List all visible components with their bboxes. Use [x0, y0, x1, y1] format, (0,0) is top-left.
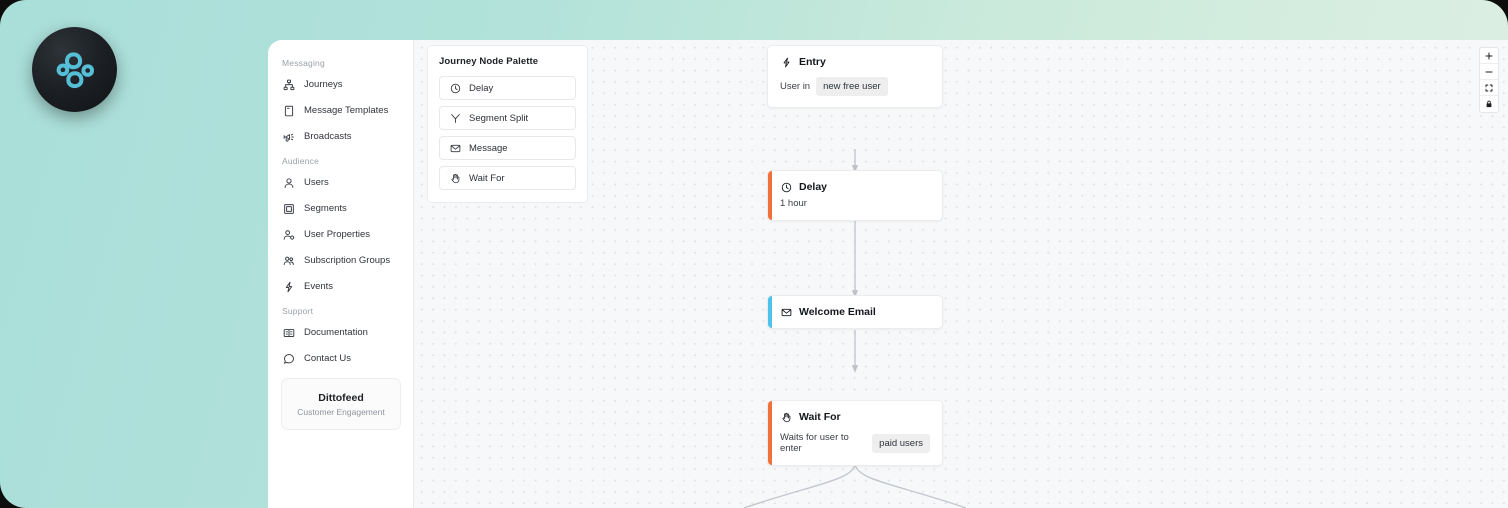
users-group-icon: [282, 255, 295, 268]
clock-icon: [780, 181, 792, 193]
sidebar-item-journeys[interactable]: Journeys: [268, 72, 413, 98]
lock-button[interactable]: [1480, 96, 1498, 112]
journey-node-title: Entry: [799, 56, 826, 68]
sidebar-item-label: Journeys: [304, 79, 343, 91]
minus-icon: [1485, 71, 1493, 72]
sidebar-item-label: User Properties: [304, 229, 370, 241]
dittofeed-petals-logo: [56, 51, 94, 88]
journey-node-title: Welcome Email: [799, 306, 876, 318]
hand-raised-icon: [780, 411, 792, 423]
brand-name: Dittofeed: [318, 391, 364, 404]
palette-item-segment-split[interactable]: Segment Split: [439, 106, 576, 130]
wait-for-condition-prefix: Waits for user to enter: [780, 432, 849, 454]
hand-raised-icon: [449, 172, 461, 184]
nav-group-label-messaging: Messaging: [282, 58, 325, 68]
megaphone-icon: [282, 131, 295, 144]
journey-node-welcome-email[interactable]: Welcome Email: [767, 295, 943, 329]
palette-item-message[interactable]: Message: [439, 136, 576, 160]
sidebar-item-segments[interactable]: Segments: [268, 196, 413, 222]
journey-node-title: Wait For: [799, 411, 841, 423]
envelope-icon: [780, 306, 792, 318]
sidebar-item-user-properties[interactable]: User Properties: [268, 222, 413, 248]
brand-card: Dittofeed Customer Engagement: [281, 378, 401, 430]
brand-tagline: Customer Engagement: [297, 406, 385, 417]
document-icon: [282, 105, 295, 118]
app-logo-badge: [32, 27, 117, 112]
journey-node-entry[interactable]: Entry User in new free user: [767, 45, 943, 108]
journey-node-header: Delay: [780, 181, 930, 193]
sidebar-item-events[interactable]: Events: [268, 274, 413, 300]
journey-node-title: Delay: [799, 181, 828, 193]
plus-icon: [1485, 52, 1493, 59]
sidebar-item-label: Users: [304, 177, 329, 189]
palette-item-wait-for[interactable]: Wait For: [439, 166, 576, 190]
user-icon: [282, 177, 295, 190]
sidebar-item-label: Subscription Groups: [304, 255, 391, 267]
journey-node-subtitle: User in new free user: [780, 77, 930, 96]
journey-node-header: Welcome Email: [780, 306, 930, 318]
segments-icon: [282, 203, 295, 216]
sidebar: Messaging Journeys Message Templates Bro…: [268, 40, 414, 508]
wait-for-segment-chip[interactable]: paid users: [872, 433, 930, 453]
journey-node-delay[interactable]: Delay 1 hour: [767, 170, 943, 221]
journey-node-wait-for[interactable]: Wait For Waits for user to enter paid us…: [767, 400, 943, 466]
palette-item-delay[interactable]: Delay: [439, 76, 576, 100]
node-accent-bar: [768, 401, 772, 465]
journey-node-subtitle: 1 hour: [780, 198, 930, 209]
zoom-in-button[interactable]: [1480, 48, 1498, 64]
journey-canvas[interactable]: Journey Node Palette Delay Segment Split: [414, 40, 1508, 508]
sidebar-item-label: Segments: [304, 203, 347, 215]
sidebar-item-users[interactable]: Users: [268, 170, 413, 196]
sidebar-item-documentation[interactable]: Documentation: [268, 320, 413, 346]
palette-item-label: Wait For: [469, 172, 505, 184]
sidebar-item-broadcasts[interactable]: Broadcasts: [268, 124, 413, 150]
lock-icon: [1486, 100, 1492, 108]
sidebar-item-message-templates[interactable]: Message Templates: [268, 98, 413, 124]
entry-segment-chip[interactable]: new free user: [816, 77, 888, 96]
palette-item-label: Delay: [469, 82, 494, 94]
journey-node-header: Entry: [780, 56, 930, 68]
user-properties-icon: [282, 229, 295, 242]
app-window: Messaging Journeys Message Templates Bro…: [268, 40, 1508, 508]
node-accent-bar: [768, 296, 772, 328]
sidebar-item-label: Contact Us: [304, 353, 351, 365]
sidebar-item-label: Events: [304, 281, 334, 293]
fit-view-icon: [1485, 84, 1493, 91]
delay-duration: 1 hour: [780, 198, 807, 209]
nav-group-label-support: Support: [282, 306, 314, 316]
sidebar-item-label: Documentation: [304, 327, 368, 339]
zoom-out-button[interactable]: [1480, 64, 1498, 80]
journey-node-header: Wait For: [780, 411, 930, 423]
journey-node-palette: Journey Node Palette Delay Segment Split: [427, 45, 588, 203]
chat-bubble-icon: [282, 353, 295, 366]
sidebar-item-label: Broadcasts: [304, 131, 352, 143]
journey-node-subtitle: Waits for user to enter paid users: [780, 432, 930, 454]
fit-view-button[interactable]: [1480, 80, 1498, 96]
envelope-icon: [449, 142, 461, 154]
lightning-icon: [780, 56, 792, 68]
nav-group-label-audience: Audience: [282, 156, 320, 166]
sitemap-icon: [282, 79, 295, 92]
palette-title: Journey Node Palette: [439, 56, 539, 67]
palette-item-label: Segment Split: [469, 112, 529, 124]
entry-condition-prefix: User in: [780, 81, 811, 92]
node-accent-bar: [768, 171, 772, 220]
split-branch-icon: [449, 112, 461, 124]
sidebar-item-contact-us[interactable]: Contact Us: [268, 346, 413, 372]
canvas-controls: [1479, 47, 1499, 113]
clock-icon: [449, 82, 461, 94]
palette-item-label: Message: [469, 142, 508, 154]
book-icon: [282, 327, 295, 340]
lightning-icon: [282, 281, 295, 294]
sidebar-item-label: Message Templates: [304, 105, 389, 117]
sidebar-item-subscription-groups[interactable]: Subscription Groups: [268, 248, 413, 274]
